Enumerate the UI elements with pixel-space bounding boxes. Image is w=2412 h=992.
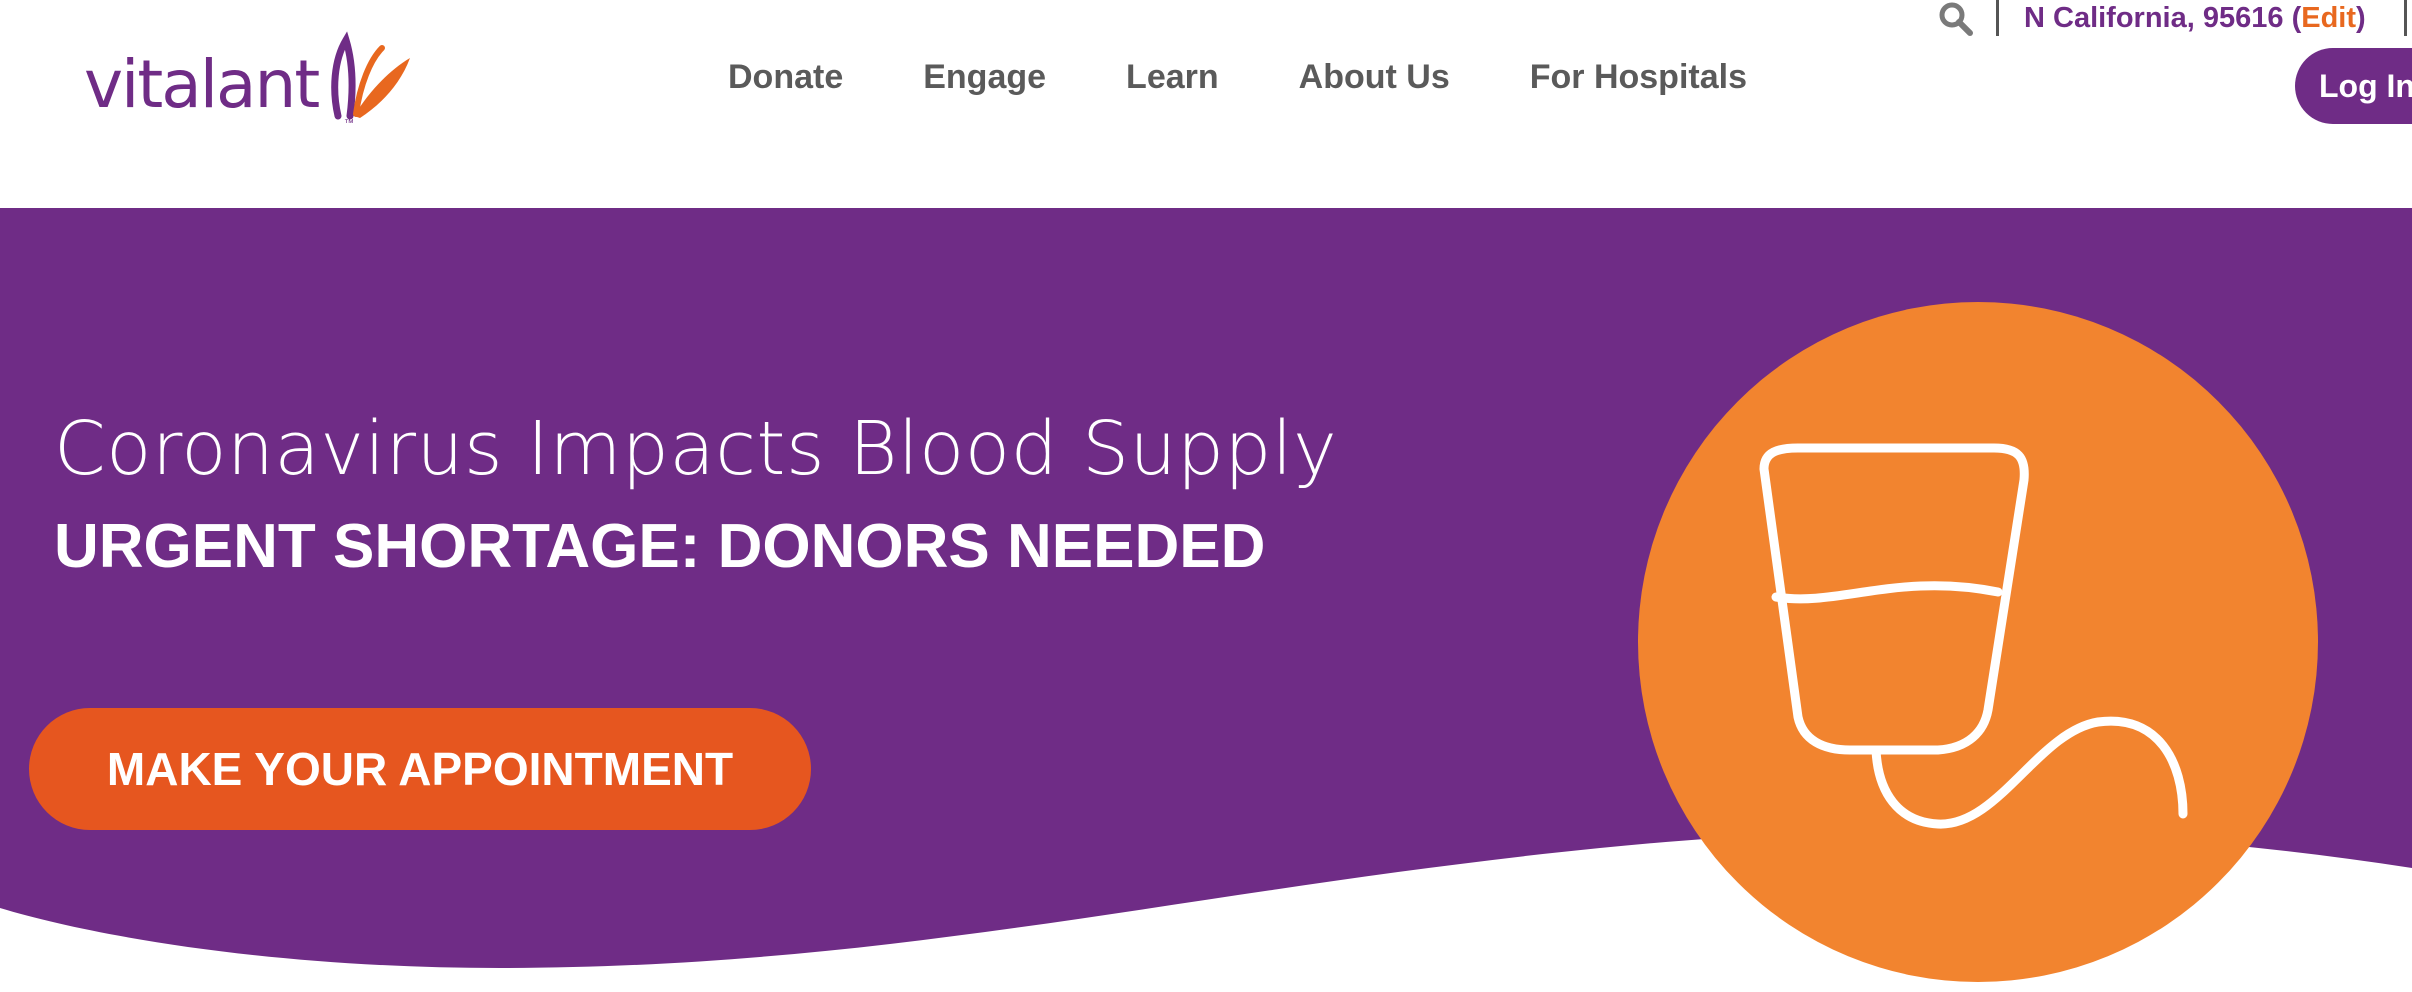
search-icon[interactable] — [1936, 0, 1976, 40]
site-header: vitalant ™ N California, 95616 (Edit) Do… — [0, 0, 2412, 208]
nav-item-donate[interactable]: Donate — [728, 58, 843, 97]
main-nav: Donate Engage Learn About Us For Hospita… — [728, 58, 1827, 97]
vitalant-logo[interactable]: vitalant ™ — [84, 30, 414, 130]
edit-location-link[interactable]: Edit — [2301, 2, 2356, 34]
hero-title: Coronavirus Impacts Blood Supply — [54, 405, 1338, 492]
nav-item-for-hospitals[interactable]: For Hospitals — [1530, 58, 1747, 97]
nav-item-engage[interactable]: Engage — [923, 58, 1046, 97]
utility-divider — [1996, 0, 1999, 36]
hero-subtitle: URGENT SHORTAGE: DONORS NEEDED — [54, 512, 1266, 582]
utility-divider — [2404, 0, 2407, 36]
login-button[interactable]: Log In — [2295, 48, 2412, 124]
blood-bag-icon — [1638, 302, 2318, 982]
nav-item-learn[interactable]: Learn — [1126, 58, 1219, 97]
hero-banner: Coronavirus Impacts Blood Supply URGENT … — [0, 208, 2412, 992]
location-text: N California, 95616 — [2024, 2, 2284, 34]
logo-wordmark: vitalant — [84, 46, 320, 123]
make-appointment-button[interactable]: MAKE YOUR APPOINTMENT — [29, 708, 811, 830]
nav-item-about-us[interactable]: About Us — [1299, 58, 1450, 97]
butterfly-icon — [331, 31, 410, 120]
location-selector: N California, 95616 (Edit) — [2024, 2, 2366, 34]
